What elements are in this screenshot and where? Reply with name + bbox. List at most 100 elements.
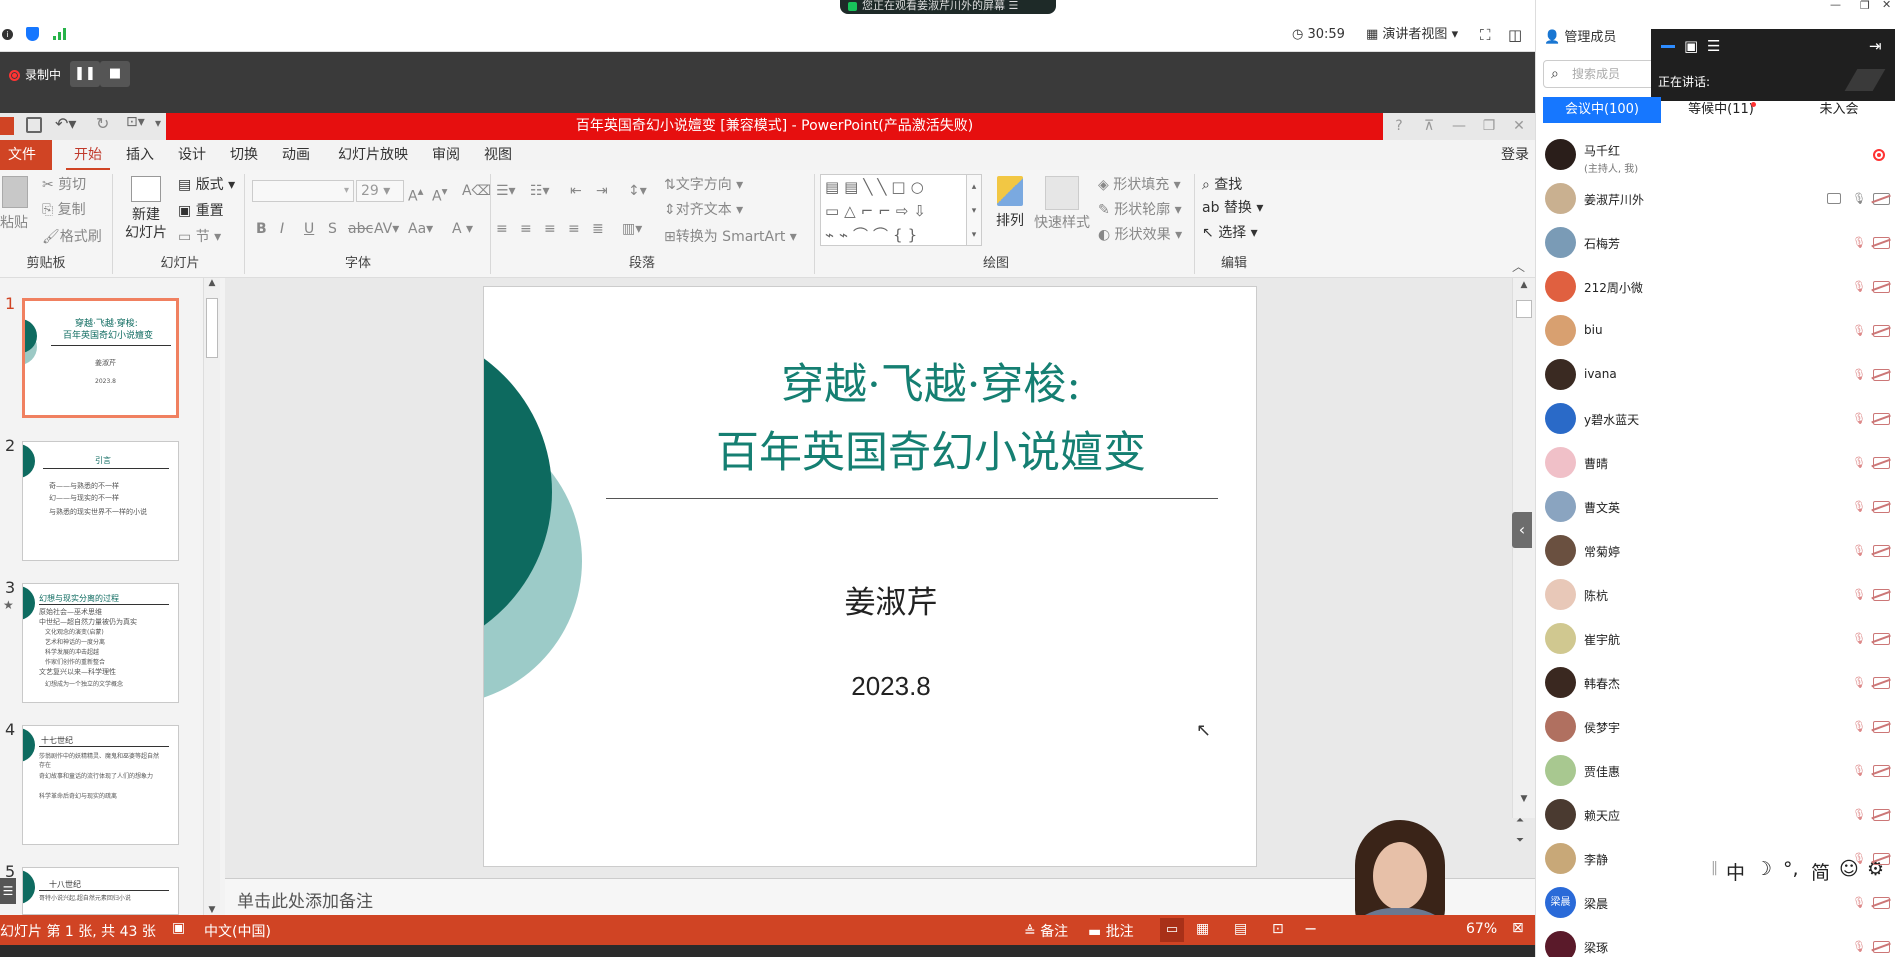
scroll-thumb[interactable] <box>1516 300 1532 318</box>
member-row[interactable]: 陈杭 🎙 <box>1535 573 1895 617</box>
slideshow-quick-icon[interactable]: ⊡▾ <box>126 114 145 130</box>
shadow-icon[interactable]: S <box>328 218 337 240</box>
mic-muted-icon[interactable]: 🎙 <box>1852 368 1866 383</box>
fit-slide-icon[interactable]: ⊠ <box>1512 920 1524 936</box>
spellcheck-icon[interactable]: ▣ <box>172 920 185 936</box>
shapes-gallery-more[interactable]: ▴ ▾ ▾ <box>966 174 982 246</box>
member-row[interactable]: ivana 🎙 <box>1535 353 1895 397</box>
replace-button[interactable]: ab 替换 ▾ <box>1202 197 1263 219</box>
italic-icon[interactable]: I <box>280 218 284 240</box>
sidebar-toggle-icon[interactable]: ◫ <box>1508 24 1522 46</box>
camera-off-icon[interactable] <box>1873 369 1890 381</box>
pause-recording-button[interactable]: ❚❚ <box>70 61 100 87</box>
close-icon[interactable]: ✕ <box>1882 0 1891 11</box>
mic-muted-icon[interactable]: 🎙 <box>1852 588 1866 603</box>
mic-muted-icon[interactable]: 🎙 <box>1852 632 1866 647</box>
member-row[interactable]: 贾佳惠 🎙 <box>1535 749 1895 793</box>
normal-view-icon[interactable]: ▭ <box>1160 918 1184 942</box>
undo-icon[interactable]: ↶▾ <box>55 114 76 133</box>
fullscreen-icon[interactable]: ⛶ <box>1480 24 1491 46</box>
slideshow-view-icon[interactable]: ⊡ <box>1272 921 1284 937</box>
notes-toggle[interactable]: ≜ 备注 <box>1024 921 1068 941</box>
slide-date[interactable]: 2023.8 <box>484 671 1256 702</box>
ribbon-display-icon[interactable]: ⊼ <box>1414 113 1444 140</box>
mic-muted-icon[interactable]: 🎙 <box>1852 764 1866 779</box>
mic-icon[interactable]: 🎙 <box>1852 192 1866 207</box>
tab-view[interactable]: 视图 <box>476 140 520 170</box>
shield-icon[interactable] <box>26 27 39 41</box>
camera-off-icon[interactable] <box>1873 457 1890 469</box>
camera-off-icon[interactable] <box>1873 941 1890 953</box>
arrange-button[interactable]: 排列 <box>990 176 1030 248</box>
mic-muted-icon[interactable]: 🎙 <box>1852 896 1866 911</box>
slide-thumbnail[interactable]: 引言 奇——与熟悉的不一样 幻——与现实的不一样 与熟悉的现实世界不一样的小说 <box>22 441 179 561</box>
zoom-percent[interactable]: 67% <box>1466 921 1497 937</box>
new-slide-button[interactable]: 新建 幻灯片 <box>118 176 174 252</box>
tab-insert[interactable]: 插入 <box>118 140 162 170</box>
camera-off-icon[interactable] <box>1873 853 1890 865</box>
collapse-ribbon-icon[interactable]: ︿ <box>1512 256 1525 275</box>
mic-muted-icon[interactable]: 🎙 <box>1852 544 1866 559</box>
member-row[interactable]: 韩春杰 🎙 <box>1535 661 1895 705</box>
mic-muted-icon[interactable]: 🎙 <box>1852 412 1866 427</box>
restore-icon[interactable]: ❐ <box>1474 113 1504 140</box>
window-icon[interactable]: ▣ <box>1684 37 1698 55</box>
camera-off-icon[interactable] <box>1873 237 1890 249</box>
mic-muted-icon[interactable]: 🎙 <box>1852 808 1866 823</box>
shrink-font-icon[interactable]: A▾ <box>432 180 447 205</box>
screen-share-banner[interactable]: 您正在观看姜淑芹川外的屏幕 ☰ <box>840 0 1056 14</box>
grow-font-icon[interactable]: A▴ <box>408 180 423 205</box>
camera-off-icon[interactable] <box>1873 413 1890 425</box>
camera-off-icon[interactable] <box>1873 325 1890 337</box>
reset-button[interactable]: ▣ 重置 <box>178 200 224 222</box>
scroll-up-icon[interactable]: ▲ <box>204 278 220 292</box>
tab-not-joined[interactable]: 未入会 <box>1780 97 1895 123</box>
change-case-icon[interactable]: Aa▾ <box>408 218 433 240</box>
tab-review[interactable]: 审阅 <box>424 140 468 170</box>
camera-off-icon[interactable] <box>1873 545 1890 557</box>
numbering-icon[interactable]: ☷▾ <box>530 180 550 202</box>
next-slide-icon[interactable]: ⏷ <box>1516 835 1524 846</box>
zoom-out-icon[interactable]: − <box>1304 919 1317 938</box>
increase-indent-icon[interactable]: ⇥ <box>596 180 608 202</box>
char-spacing-icon[interactable]: AV▾ <box>374 218 399 240</box>
member-row[interactable]: biu 🎙 <box>1535 309 1895 353</box>
font-color-icon[interactable]: A ▾ <box>452 218 473 240</box>
align-center-icon[interactable]: ≡ <box>520 218 532 240</box>
scroll-down-icon[interactable]: ▼ <box>1513 794 1535 804</box>
layout-button[interactable]: ▤ 版式 ▾ <box>178 174 235 196</box>
slide-author[interactable]: 姜淑芹 <box>484 577 1256 622</box>
tab-in-meeting[interactable]: 会议中(100) <box>1543 97 1661 123</box>
collapse-panel-tab[interactable]: ‹ <box>1512 512 1532 548</box>
slide-thumbnail[interactable]: 十七世纪 莎翁剧作中的妖精精灵、魔鬼和巫婆等超自然存在 奇幻故事和童话的流行体现… <box>22 725 179 845</box>
tab-animations[interactable]: 动画 <box>274 140 318 170</box>
restore-icon[interactable]: ❐ <box>1860 0 1870 12</box>
scroll-thumb[interactable] <box>206 298 218 358</box>
smartart-button[interactable]: ⊞转换为 SmartArt ▾ <box>664 226 797 248</box>
minimize-icon[interactable]: — <box>1444 113 1474 140</box>
text-direction-button[interactable]: ⇅文字方向 ▾ <box>664 174 743 196</box>
slide-title-line1[interactable]: 穿越·飞越·穿梭: <box>484 357 1256 413</box>
sorter-view-icon[interactable]: ▦ <box>1196 921 1209 937</box>
camera-icon[interactable] <box>1873 193 1890 205</box>
prev-slide-icon[interactable]: ⏶ <box>1516 815 1524 826</box>
mic-muted-icon[interactable]: 🎙 <box>1852 852 1866 867</box>
select-button[interactable]: ↖ 选择 ▾ <box>1202 222 1258 244</box>
thumb-menu-icon[interactable]: ☰ <box>0 878 16 904</box>
mic-muted-icon[interactable]: 🎙 <box>1852 500 1866 515</box>
view-mode-dropdown[interactable]: ▦ 演讲者视图 ▾ <box>1366 24 1458 46</box>
cut-button[interactable]: ✂ 剪切 <box>42 174 86 196</box>
close-icon[interactable]: ✕ <box>1504 113 1534 140</box>
shapes-gallery[interactable]: ▤▤╲╲□○ ▭△⌐⌐⇨⇩ ⌁⌁⌒⌒{} <box>820 174 980 246</box>
slide-thumbnail[interactable]: 穿越·飞越·穿梭: 百年英国奇幻小说嬗变 姜淑芹 2023.8 <box>22 298 179 418</box>
mic-muted-icon[interactable]: 🎙 <box>1852 456 1866 471</box>
save-icon[interactable] <box>26 117 42 133</box>
distribute-icon[interactable]: ≣ <box>592 218 604 240</box>
align-left-icon[interactable]: ≡ <box>496 218 508 240</box>
tab-home[interactable]: 开始 <box>66 140 110 170</box>
current-slide[interactable]: 穿越·飞越·穿梭: 百年英国奇幻小说嬗变 姜淑芹 2023.8 <box>483 286 1257 867</box>
columns-icon[interactable]: ▥▾ <box>622 218 642 240</box>
slide-thumbnail[interactable]: 十八世纪 哥特小说兴起,超自然元素回归小说 <box>22 867 179 915</box>
slide-thumbnail[interactable]: 幻想与现实分离的过程 原始社会—巫术思维 中世纪—超自然力量被仍为真实 文化观念… <box>22 583 179 703</box>
paste-button[interactable]: 粘贴 <box>0 176 34 236</box>
